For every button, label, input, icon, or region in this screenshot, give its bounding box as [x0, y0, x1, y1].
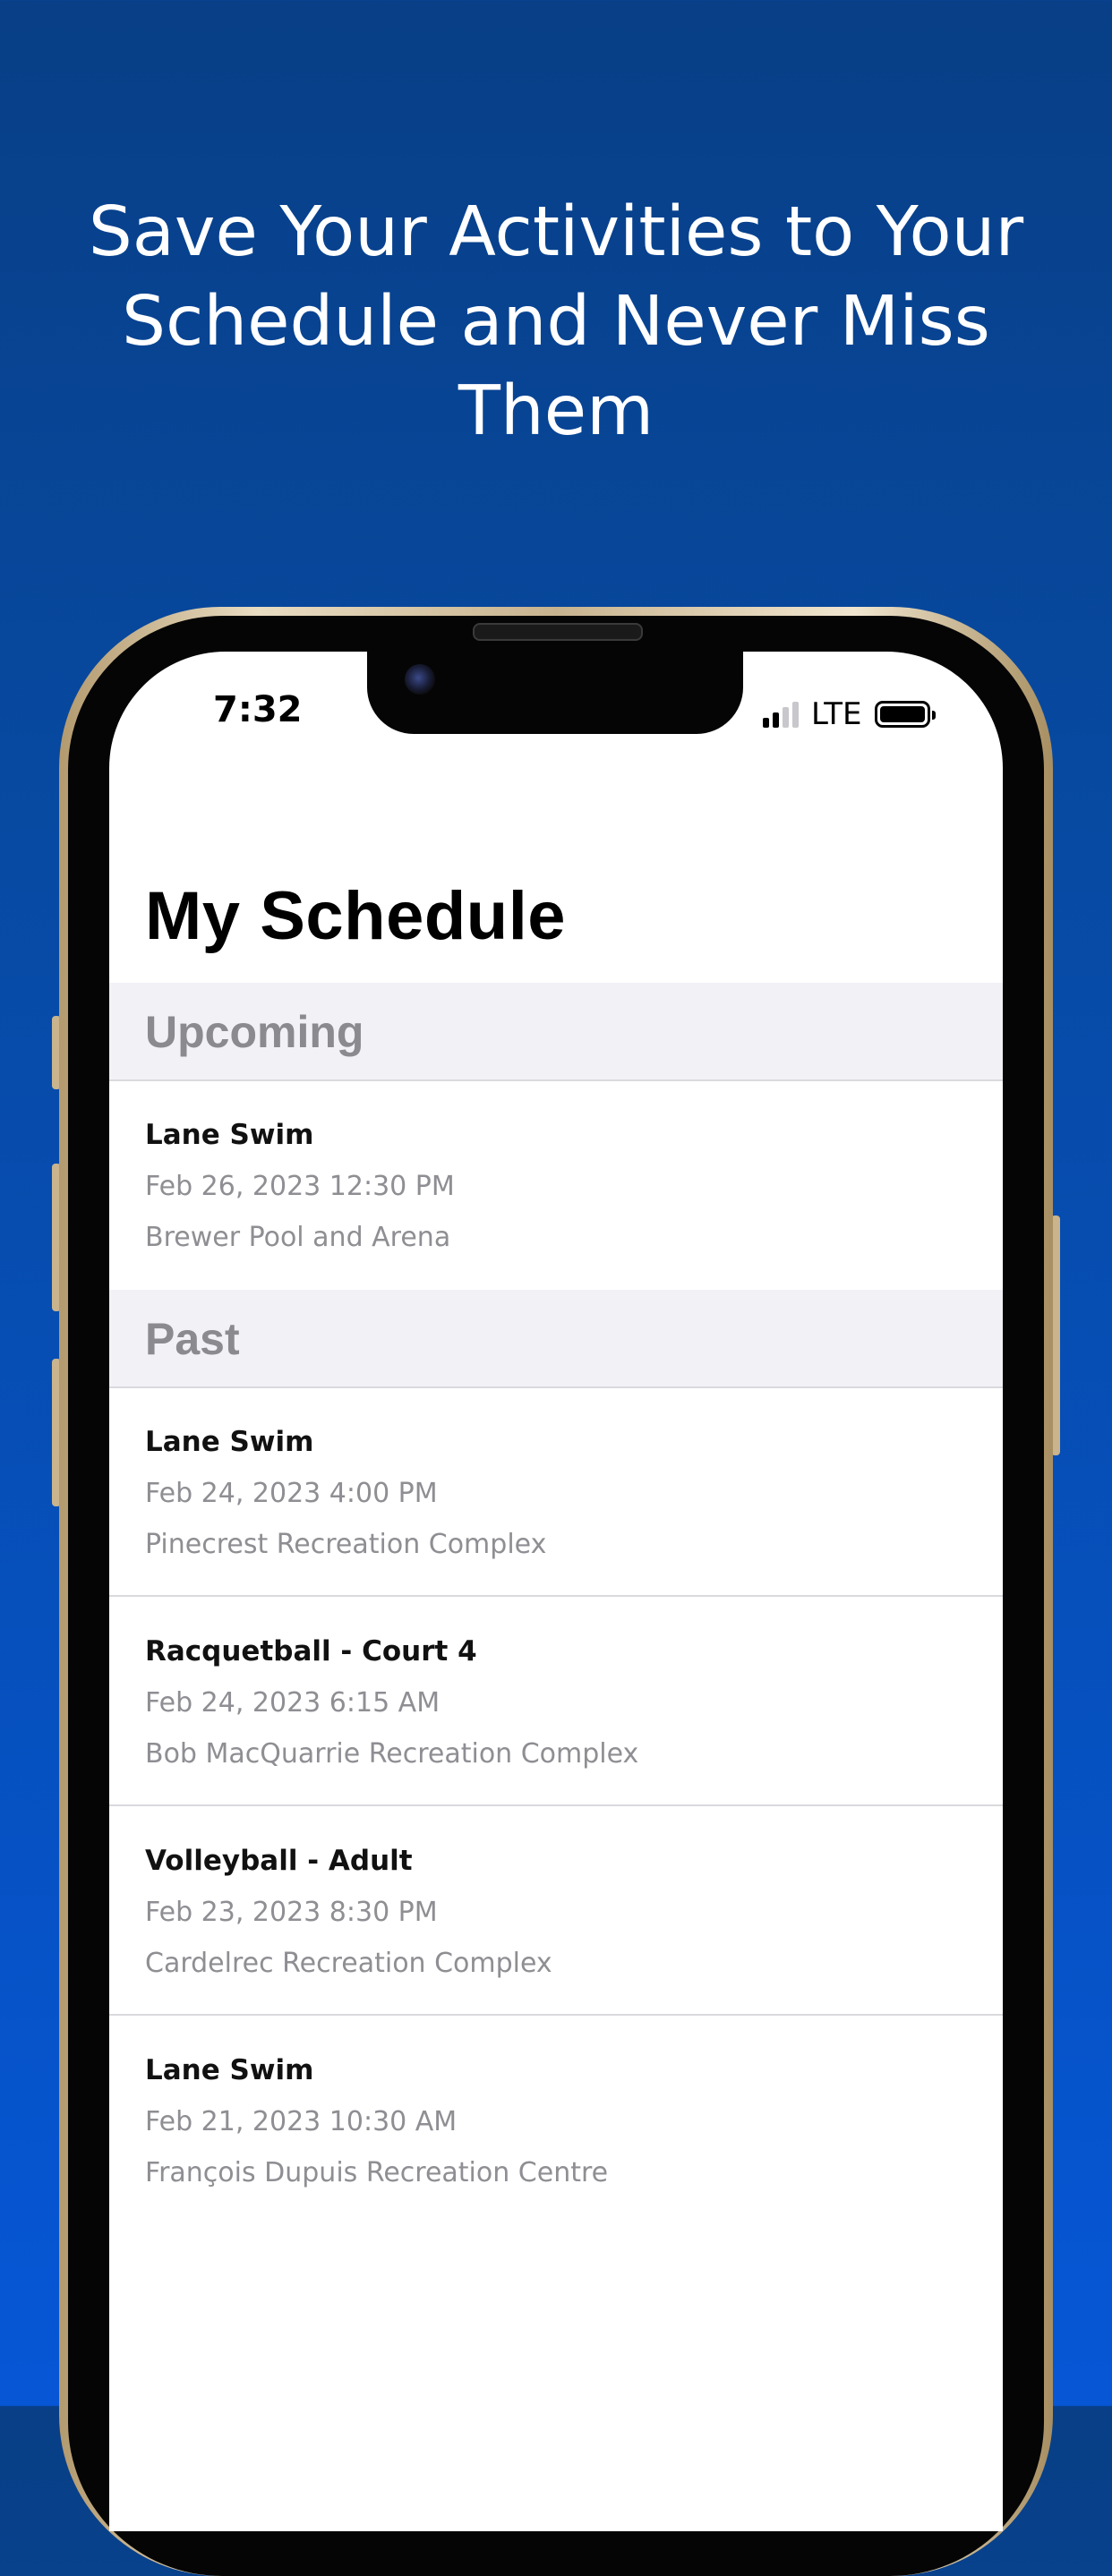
headline-line-2: Schedule and Never Miss [122, 282, 990, 362]
list-item[interactable]: Lane Swim Feb 21, 2023 10:30 AM François… [109, 2017, 1003, 2225]
headline-line-1: Save Your Activities to Your [88, 192, 1024, 272]
status-indicators: LTE [763, 695, 936, 734]
activity-location: François Dupuis Recreation Centre [145, 2157, 609, 2188]
activity-datetime: Feb 21, 2023 10:30 AM [145, 2106, 458, 2137]
list-item[interactable]: Volleyball - Adult Feb 23, 2023 8:30 PM … [109, 1807, 1003, 2016]
list-item[interactable]: Lane Swim Feb 24, 2023 4:00 PM Pinecrest… [109, 1388, 1003, 1597]
page-title: My Schedule [145, 878, 567, 954]
activity-title: Lane Swim [145, 1426, 314, 1458]
headline-line-3: Them [458, 371, 654, 451]
section-header-label: Upcoming [145, 1007, 364, 1057]
battery-tip [931, 711, 936, 720]
marketing-headline: Save Your Activities to Your Schedule an… [54, 188, 1058, 456]
activity-title: Racquetball - Court 4 [145, 1635, 477, 1668]
activity-location: Brewer Pool and Arena [145, 1222, 451, 1253]
activity-title: Lane Swim [145, 2054, 314, 2086]
battery-icon [874, 701, 936, 728]
activity-location: Pinecrest Recreation Complex [145, 1529, 547, 1560]
network-type-label: LTE [811, 696, 862, 732]
list-item[interactable]: Racquetball - Court 4 Feb 24, 2023 6:15 … [109, 1598, 1003, 1806]
section-header-past: Past [109, 1290, 1003, 1388]
signal-bar-4 [792, 702, 799, 728]
signal-bar-2 [773, 712, 779, 728]
status-time: 7:32 [213, 689, 303, 730]
activity-datetime: Feb 26, 2023 12:30 PM [145, 1171, 455, 1202]
list-item[interactable]: Lane Swim Feb 26, 2023 12:30 PM Brewer P… [109, 1081, 1003, 1290]
activity-datetime: Feb 23, 2023 8:30 PM [145, 1897, 438, 1928]
activity-datetime: Feb 24, 2023 6:15 AM [145, 1687, 441, 1719]
activity-location: Bob MacQuarrie Recreation Complex [145, 1738, 639, 1770]
cellular-signal-icon [763, 701, 802, 728]
signal-bar-1 [763, 718, 769, 728]
activity-title: Volleyball - Adult [145, 1845, 413, 1877]
section-header-upcoming: Upcoming [109, 983, 1003, 1081]
signal-bar-3 [783, 707, 789, 728]
activity-title: Lane Swim [145, 1119, 314, 1151]
activity-datetime: Feb 24, 2023 4:00 PM [145, 1478, 438, 1509]
battery-fill [879, 706, 925, 722]
earpiece-speaker [473, 623, 643, 641]
front-camera-icon [405, 664, 435, 695]
section-header-label: Past [145, 1314, 240, 1364]
activity-location: Cardelrec Recreation Complex [145, 1948, 552, 1979]
